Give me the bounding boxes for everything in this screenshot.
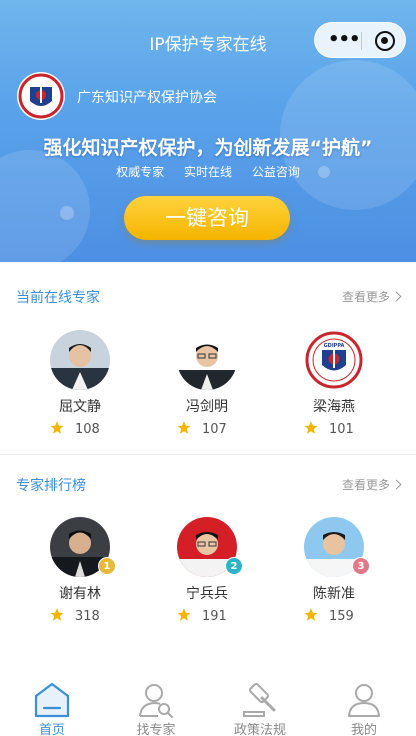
one-click-consult-button[interactable]: 一键咨询 (124, 196, 290, 240)
tab-policy-label: 政策法规 (233, 723, 286, 736)
expert-name: 梁海燕 (313, 399, 355, 415)
expert-avatar: GDIPPA (304, 330, 364, 390)
chevron-right-icon (391, 479, 402, 490)
tab-home-label: 首页 (38, 723, 65, 736)
capsule-divider (361, 32, 362, 50)
star-icon (177, 608, 191, 621)
online-experts-title: 当前在线专家 (16, 290, 100, 306)
expert-score: 107 (176, 420, 227, 437)
association-name: 广东知识产权保护协会 (77, 90, 217, 106)
expert-name: 谢有林 (59, 586, 101, 602)
star-icon (50, 421, 64, 434)
expert-name: 屈文静 (59, 399, 101, 415)
expert-score: 101 (303, 420, 354, 437)
tag-authority: 权威专家 (116, 165, 165, 179)
ranking-more-link[interactable]: 查看更多 (342, 476, 402, 493)
tab-find-expert-label: 找专家 (136, 723, 176, 736)
mini-program-capsule[interactable]: ••• (314, 22, 406, 58)
association-logo (17, 72, 65, 120)
rank-2-badge: 2 (225, 557, 243, 575)
online-experts-more-link[interactable]: 查看更多 (342, 288, 402, 305)
expert-name: 冯剑明 (186, 399, 228, 415)
banner-tags: 权威专家 实时在线 公益咨询 (0, 163, 416, 180)
expert-avatar (177, 330, 237, 390)
tab-find-expert[interactable]: 找专家 (104, 676, 208, 736)
tab-policy[interactable]: 政策法规 (208, 676, 312, 736)
gavel-icon (243, 682, 276, 717)
rank-3-badge: 3 (352, 557, 370, 575)
expert-score: 159 (303, 607, 354, 624)
tab-home[interactable]: 首页 (0, 676, 104, 736)
ranking-title: 专家排行榜 (16, 478, 86, 494)
bottom-tab-bar: 首页 找专家 政策法规 我的 (0, 676, 416, 736)
close-program-icon[interactable] (375, 31, 395, 51)
star-icon (304, 608, 318, 621)
rank-1-badge: 1 (98, 557, 116, 575)
banner-slogan: 强化知识产权保护，为创新发展“护航” (43, 137, 373, 159)
user-icon (348, 684, 380, 717)
more-icon[interactable]: ••• (328, 31, 361, 49)
tab-mine-label: 我的 (350, 723, 377, 736)
tag-public-welfare: 公益咨询 (251, 165, 300, 179)
star-icon (50, 608, 64, 621)
find-expert-icon (139, 684, 173, 718)
expert-name: 宁兵兵 (186, 586, 228, 602)
tab-mine[interactable]: 我的 (312, 676, 416, 736)
chevron-right-icon (391, 291, 402, 302)
expert-name: 陈新准 (313, 586, 355, 602)
expert-avatar (50, 330, 110, 390)
expert-score: 191 (176, 607, 227, 624)
hero-banner: IP保护专家在线 ••• 广东知识产权保护协会 强化知识产权保护，为创新发展“护… (0, 0, 416, 262)
expert-score: 108 (49, 420, 100, 437)
online-experts-section: 当前在线专家 查看更多 屈文静 108 冯剑明 107 GDIPPA 梁海燕 1… (0, 262, 416, 454)
star-icon (177, 421, 191, 434)
svg-text:GDIPPA: GDIPPA (324, 343, 345, 349)
home-icon (34, 682, 70, 718)
star-icon (304, 421, 318, 434)
tag-realtime: 实时在线 (183, 165, 232, 179)
expert-ranking-section: 专家排行榜 查看更多 1 谢有林 318 2 宁兵兵 191 3 陈新准 159 (0, 455, 416, 655)
expert-score: 318 (49, 607, 100, 624)
